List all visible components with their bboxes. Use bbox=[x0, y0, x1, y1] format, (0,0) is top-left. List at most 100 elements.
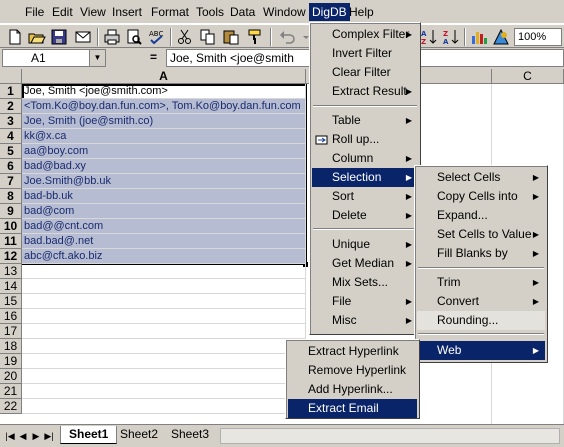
row-header[interactable]: 12 bbox=[0, 249, 22, 264]
cell-a13[interactable] bbox=[22, 264, 306, 279]
cell-a16[interactable] bbox=[22, 309, 306, 324]
drawing-icon[interactable] bbox=[492, 28, 510, 46]
menu-item-mix-sets[interactable]: Mix Sets... bbox=[312, 273, 418, 292]
menu-item-roll-up[interactable]: Roll up... bbox=[312, 130, 418, 149]
menu-data[interactable]: Data bbox=[227, 4, 258, 20]
chevron-down-icon[interactable]: ▼ bbox=[89, 50, 105, 66]
menu-view[interactable]: View bbox=[77, 4, 109, 20]
row-header[interactable]: 8 bbox=[0, 189, 22, 204]
menu-window[interactable]: Window bbox=[260, 4, 309, 20]
menu-item-misc[interactable]: Misc ▶ bbox=[312, 311, 418, 330]
menu-tools[interactable]: Tools bbox=[193, 4, 227, 20]
cell-a2[interactable]: <Tom.Ko@boy.dan.fun.com>, Tom.Ko@boy.dan… bbox=[22, 99, 306, 114]
menu-item-trim[interactable]: Trim ▶ bbox=[417, 273, 545, 292]
select-all-corner[interactable] bbox=[0, 69, 22, 84]
undo-icon[interactable] bbox=[278, 28, 296, 46]
cell-a22[interactable] bbox=[22, 399, 306, 414]
menu-item-delete[interactable]: Delete ▶ bbox=[312, 206, 418, 225]
menu-item-sort[interactable]: Sort ▶ bbox=[312, 187, 418, 206]
mail-icon[interactable] bbox=[74, 28, 92, 46]
name-box[interactable]: A1 ▼ bbox=[2, 49, 106, 67]
cell-a11[interactable]: bad.bad@.net bbox=[22, 234, 306, 249]
menu-item-complex-filter[interactable]: Complex Filter ▶ bbox=[312, 25, 418, 44]
cell-a6[interactable]: bad@bad.xy bbox=[22, 159, 306, 174]
cell-a21[interactable] bbox=[22, 384, 306, 399]
last-sheet-icon[interactable]: ▶| bbox=[43, 429, 55, 443]
sort-ascending-icon[interactable]: AZ bbox=[420, 28, 438, 46]
menu-item-remove-hyperlink[interactable]: Remove Hyperlink bbox=[288, 361, 417, 380]
cell-a1[interactable]: Joe, Smith <joe@smith.com> bbox=[22, 84, 306, 99]
menu-item-get-median[interactable]: Get Median ▶ bbox=[312, 254, 418, 273]
row-header[interactable]: 17 bbox=[0, 324, 22, 339]
cell-a18[interactable] bbox=[22, 339, 306, 354]
print-preview-icon[interactable] bbox=[125, 28, 143, 46]
cell-a17[interactable] bbox=[22, 324, 306, 339]
chart-wizard-icon[interactable] bbox=[470, 28, 488, 46]
menu-item-table[interactable]: Table ▶ bbox=[312, 111, 418, 130]
menu-item-extract-email[interactable]: Extract Email bbox=[288, 399, 417, 418]
menu-item-selection[interactable]: Selection ▶ bbox=[312, 168, 418, 187]
menu-file[interactable]: File bbox=[22, 4, 47, 20]
cut-icon[interactable] bbox=[176, 28, 194, 46]
row-header[interactable]: 20 bbox=[0, 369, 22, 384]
cell-a3[interactable]: Joe, Smith (joe@smith.co) bbox=[22, 114, 306, 129]
menu-item-copy-cells-into[interactable]: Copy Cells into ▶ bbox=[417, 187, 545, 206]
prev-sheet-icon[interactable]: ◀ bbox=[17, 429, 29, 443]
spelling-icon[interactable]: ABC bbox=[148, 28, 166, 46]
row-header[interactable]: 2 bbox=[0, 99, 22, 114]
new-icon[interactable] bbox=[6, 28, 24, 46]
menu-edit[interactable]: Edit bbox=[49, 4, 76, 20]
menu-item-select-cells[interactable]: Select Cells ▶ bbox=[417, 168, 545, 187]
row-header[interactable]: 11 bbox=[0, 234, 22, 249]
menu-item-web[interactable]: Web ▶ bbox=[417, 341, 545, 360]
menu-item-column[interactable]: Column ▶ bbox=[312, 149, 418, 168]
menu-item-invert-filter[interactable]: Invert Filter bbox=[312, 44, 418, 63]
cell-a4[interactable]: kk@x.ca bbox=[22, 129, 306, 144]
row-header[interactable]: 16 bbox=[0, 309, 22, 324]
cell-a9[interactable]: bad@com bbox=[22, 204, 306, 219]
row-header[interactable]: 18 bbox=[0, 339, 22, 354]
row-header[interactable]: 6 bbox=[0, 159, 22, 174]
row-header[interactable]: 1 bbox=[0, 84, 22, 99]
row-header[interactable]: 7 bbox=[0, 174, 22, 189]
next-sheet-icon[interactable]: ▶ bbox=[30, 429, 42, 443]
cell-a7[interactable]: Joe.Smith@bb.uk bbox=[22, 174, 306, 189]
cell-a8[interactable]: bad-bb.uk bbox=[22, 189, 306, 204]
menu-help[interactable]: Help bbox=[346, 4, 377, 20]
cell-a14[interactable] bbox=[22, 279, 306, 294]
row-header[interactable]: 19 bbox=[0, 354, 22, 369]
tab-sheet3[interactable]: Sheet3 bbox=[163, 426, 217, 443]
tab-sheet1[interactable]: Sheet1 bbox=[60, 426, 118, 444]
row-header[interactable]: 4 bbox=[0, 129, 22, 144]
save-icon[interactable] bbox=[50, 28, 68, 46]
column-header-a[interactable]: A bbox=[22, 69, 306, 84]
menu-item-add-hyperlink[interactable]: Add Hyperlink... bbox=[288, 380, 417, 399]
row-header[interactable]: 21 bbox=[0, 384, 22, 399]
menu-item-file[interactable]: File ▶ bbox=[312, 292, 418, 311]
paste-icon[interactable] bbox=[222, 28, 240, 46]
row-header[interactable]: 3 bbox=[0, 114, 22, 129]
menu-item-clear-filter[interactable]: Clear Filter bbox=[312, 63, 418, 82]
cell-a12[interactable]: abc@cft.ako.biz bbox=[22, 249, 306, 264]
first-sheet-icon[interactable]: |◀ bbox=[4, 429, 16, 443]
row-header[interactable]: 10 bbox=[0, 219, 22, 234]
row-header[interactable]: 22 bbox=[0, 399, 22, 414]
open-icon[interactable] bbox=[28, 28, 46, 46]
menu-digdb[interactable]: DigDB bbox=[309, 3, 350, 21]
menu-item-convert[interactable]: Convert ▶ bbox=[417, 292, 545, 311]
cell-a5[interactable]: aa@boy.com bbox=[22, 144, 306, 159]
cell-a15[interactable] bbox=[22, 294, 306, 309]
menu-item-expand[interactable]: Expand... bbox=[417, 206, 545, 225]
menu-format[interactable]: Format bbox=[148, 4, 192, 20]
horizontal-scrollbar[interactable] bbox=[220, 428, 560, 444]
menu-item-set-cells-to-value[interactable]: Set Cells to Value ▶ bbox=[417, 225, 545, 244]
menu-item-extract-result[interactable]: Extract Result ▶ bbox=[312, 82, 418, 101]
menu-insert[interactable]: Insert bbox=[109, 4, 145, 20]
menu-item-fill-blanks-by[interactable]: Fill Blanks by ▶ bbox=[417, 244, 545, 263]
print-icon[interactable] bbox=[103, 28, 121, 46]
sort-descending-icon[interactable]: ZA bbox=[442, 28, 460, 46]
row-header[interactable]: 13 bbox=[0, 264, 22, 279]
format-painter-icon[interactable] bbox=[246, 28, 264, 46]
column-header-c[interactable]: C bbox=[492, 69, 564, 84]
menu-item-extract-hyperlink[interactable]: Extract Hyperlink bbox=[288, 342, 417, 361]
